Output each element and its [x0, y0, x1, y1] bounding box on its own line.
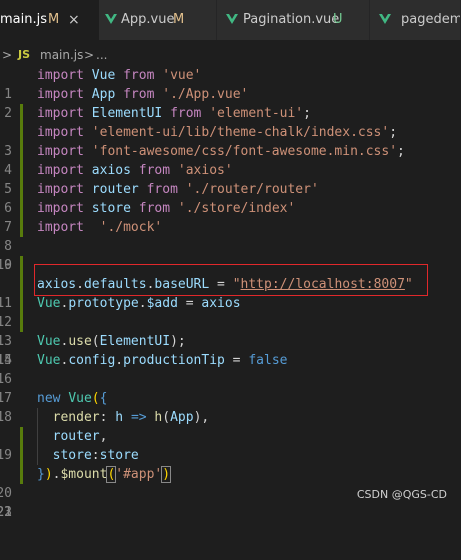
code-line: 18 new Vue({: [0, 389, 461, 425]
code-text: new Vue({: [37, 391, 108, 406]
modified-badge: M: [173, 12, 185, 27]
tab-pagination-vue[interactable]: Pagination.vue U: [217, 0, 370, 40]
code-text: import ElementUI from 'element-ui';: [37, 106, 311, 121]
code-line: 15 Vue.use(ElementUI);: [0, 332, 461, 368]
modified-badge: M: [48, 12, 60, 27]
code-text: import './mock': [37, 220, 163, 235]
tab-label: main.js: [0, 12, 47, 27]
close-icon[interactable]: ×: [68, 0, 80, 40]
git-modified-marker: [20, 104, 23, 123]
chevron-right-icon: >: [2, 48, 13, 62]
code-text: Vue.config.productionTip = false: [37, 353, 288, 368]
code-line: 7 import router from './router/router': [0, 180, 461, 235]
tab-label: Pagination.vue: [243, 12, 340, 27]
code-line: 6 import axios from 'axios': [0, 161, 461, 216]
git-modified-marker: [20, 465, 23, 484]
code-line: 19 render: h => h(App),: [0, 408, 461, 463]
code-text: import 'font-awesome/css/font-awesome.mi…: [37, 144, 405, 159]
code-line: 2 import App from './App.vue': [0, 85, 461, 121]
code-text: store:store: [52, 448, 139, 463]
tab-pagedemo[interactable]: pagedemo: [370, 0, 461, 40]
code-line: 5 import 'font-awesome/css/font-awesome.…: [0, 142, 461, 197]
code-line: 8 import store from './store/index': [0, 199, 461, 254]
code-text: import axios from 'axios': [37, 163, 233, 178]
breadcrumb-symbol[interactable]: ...: [96, 44, 107, 66]
vue-file-icon: [105, 14, 117, 24]
tab-label: App.vue: [121, 12, 175, 27]
git-modified-marker: [20, 313, 23, 332]
code-line: 14: [0, 313, 461, 368]
line-number: 23: [0, 505, 12, 520]
code-line: 4 import 'element-ui/lib/theme-chalk/ind…: [0, 123, 461, 178]
editor-tab-bar: main.js M × App.vue M Pagination.vue U p…: [0, 0, 461, 40]
git-modified-marker: [20, 180, 23, 199]
code-text: Vue.prototype.$add = axios: [37, 296, 241, 311]
code-text: import App from './App.vue': [37, 87, 249, 102]
highlight-box: [34, 264, 428, 296]
code-text: import router from './router/router': [37, 182, 319, 197]
git-modified-marker: [20, 161, 23, 180]
code-text: render: h => h(App),: [52, 410, 210, 425]
watermark: CSDN @QGS-CD: [356, 488, 447, 501]
untracked-badge: U: [333, 12, 343, 27]
code-line: 16 Vue.config.productionTip = false: [0, 351, 461, 387]
code-line: 1 import Vue from 'vue': [0, 66, 461, 102]
git-modified-marker: [20, 256, 23, 275]
code-line: 22 }).$mount('#app'): [0, 465, 461, 520]
code-text: import 'element-ui/lib/theme-chalk/index…: [37, 125, 398, 140]
code-line: 9 import './mock': [0, 218, 461, 273]
git-modified-marker: [20, 275, 23, 294]
tab-main-js[interactable]: main.js M ×: [0, 0, 110, 40]
code-line: 13 Vue.prototype.$add = axios: [0, 294, 461, 349]
tab-label: pagedemo: [401, 12, 460, 27]
code-text: }).$mount('#app'): [37, 466, 172, 483]
chevron-right-icon: >: [84, 48, 95, 62]
git-modified-marker: [20, 294, 23, 313]
git-modified-marker: [20, 199, 23, 218]
tab-app-vue[interactable]: App.vue M: [99, 0, 217, 40]
git-modified-marker: [20, 446, 23, 465]
code-line: 3 import ElementUI from 'element-ui';: [0, 104, 461, 159]
git-modified-marker: [20, 123, 23, 142]
breadcrumb-file[interactable]: main.js: [40, 44, 83, 66]
vue-file-icon: [379, 14, 391, 24]
code-text: router,: [52, 429, 108, 444]
breadcrumb: > JS main.js > ...: [0, 44, 461, 66]
git-modified-marker: [20, 142, 23, 161]
code-line: 17: [0, 370, 461, 406]
code-line: 20 router,: [0, 427, 461, 501]
code-text: import store from './store/index': [37, 201, 296, 216]
code-line: 10: [0, 237, 461, 273]
js-file-icon: JS: [18, 48, 31, 61]
code-text: Vue.use(ElementUI);: [37, 334, 186, 349]
code-text: import Vue from 'vue': [37, 68, 202, 83]
code-editor[interactable]: 1 import Vue from 'vue' 2 import App fro…: [0, 66, 461, 520]
git-modified-marker: [20, 218, 23, 237]
vue-file-icon: [226, 14, 238, 24]
git-modified-marker: [20, 427, 23, 446]
code-line: 21 store:store: [0, 446, 461, 520]
